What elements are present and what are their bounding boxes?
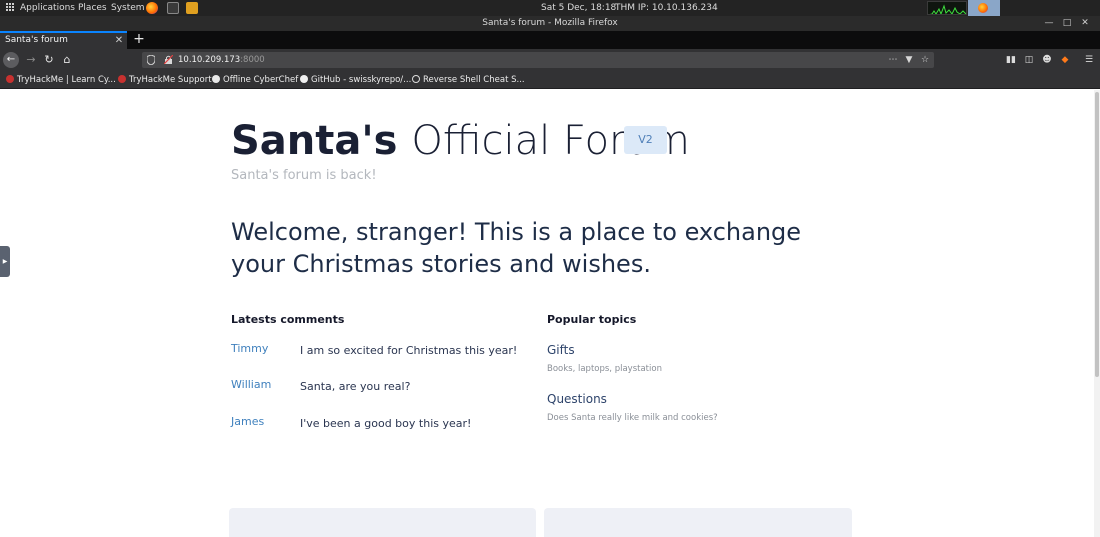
- terminal-launcher-icon[interactable]: [167, 2, 179, 14]
- tab-strip: Santa's forum ✕ +: [0, 31, 1100, 49]
- minimize-icon[interactable]: —: [1040, 16, 1058, 31]
- cyberchef-icon: [212, 75, 220, 83]
- extension-icon[interactable]: ◆: [1058, 52, 1072, 68]
- applications-grid-icon[interactable]: [6, 3, 15, 12]
- bookmark-label: TryHackMe | Learn Cy...: [17, 75, 116, 85]
- comment-author-link[interactable]: Timmy: [231, 341, 268, 356]
- site-subtitle: Santa's forum is back!: [231, 168, 377, 183]
- system-menu[interactable]: System: [111, 2, 145, 14]
- scrollbar-thumb[interactable]: [1095, 92, 1099, 377]
- github-icon: [300, 75, 308, 83]
- comment-text: I've been a good boy this year!: [300, 417, 472, 430]
- sidebar-handle-icon[interactable]: ▶: [0, 246, 10, 277]
- url-port: :8000: [240, 55, 265, 65]
- topic-description: Does Santa really like milk and cookies?: [547, 413, 718, 423]
- comment-text: Santa, are you real?: [300, 380, 411, 393]
- url-bar[interactable]: 10.10.209.173:8000 ⋯ ▼ ☆: [142, 52, 934, 68]
- bookmark-label: GitHub - swisskyrepo/...: [311, 75, 412, 85]
- bookmark-label: Reverse Shell Cheat S...: [423, 75, 525, 85]
- sidebar-icon[interactable]: ◫: [1022, 52, 1036, 68]
- hamburger-menu-icon[interactable]: ☰: [1082, 52, 1096, 68]
- topic-link-questions[interactable]: Questions: [547, 391, 607, 407]
- globe-icon: [412, 75, 420, 83]
- page-content: ▶ Santa's Official Forum V2 Santa's foru…: [0, 90, 1100, 537]
- page-scrollbar[interactable]: [1094, 90, 1100, 537]
- comment-author-link[interactable]: James: [231, 414, 264, 429]
- close-window-icon[interactable]: ✕: [1076, 16, 1094, 31]
- cpu-monitor-graph: [927, 1, 967, 15]
- reload-icon[interactable]: ↻: [41, 52, 57, 68]
- back-arrow-icon[interactable]: ←: [3, 52, 19, 68]
- system-panel: Applications Places System Sat 5 Dec, 18…: [0, 0, 1100, 16]
- account-icon[interactable]: ☻: [1040, 52, 1054, 68]
- taskbar-firefox-window[interactable]: [968, 0, 1000, 16]
- site-title: Santa's Official Forum: [231, 116, 690, 166]
- version-badge: V2: [624, 126, 667, 154]
- tryhackme-icon: [118, 75, 126, 83]
- insecure-connection-icon[interactable]: [164, 55, 173, 64]
- topic-description: Books, laptops, playstation: [547, 364, 662, 374]
- topic-link-gifts[interactable]: Gifts: [547, 342, 575, 358]
- firefox-launcher-icon[interactable]: [146, 2, 158, 14]
- popular-topics-heading: Popular topics: [547, 313, 637, 326]
- bookmark-tryhackme-support[interactable]: TryHackMe Support: [118, 71, 212, 89]
- places-menu[interactable]: Places: [78, 2, 107, 14]
- clock: Sat 5 Dec, 18:18: [541, 3, 617, 13]
- window-titlebar: Santa's forum - Mozilla Firefox — □ ✕: [0, 16, 1100, 31]
- bookmark-reverse-shell[interactable]: Reverse Shell Cheat S...: [412, 71, 525, 89]
- applications-menu[interactable]: Applications: [20, 2, 75, 14]
- maximize-icon[interactable]: □: [1058, 16, 1076, 31]
- pocket-icon[interactable]: ▼: [902, 52, 916, 68]
- new-tab-plus-icon[interactable]: +: [132, 31, 146, 49]
- firefox-icon: [978, 3, 988, 13]
- bookmarks-toolbar: TryHackMe | Learn Cy... TryHackMe Suppor…: [0, 71, 1100, 89]
- tracking-shield-icon[interactable]: [147, 55, 155, 65]
- tab-santas-forum[interactable]: Santa's forum ✕: [0, 31, 127, 49]
- tryhackme-icon: [6, 75, 14, 83]
- library-icon[interactable]: ▮▮: [1004, 52, 1018, 68]
- page-actions-icon[interactable]: ⋯: [886, 52, 900, 68]
- bookmark-github[interactable]: GitHub - swisskyrepo/...: [300, 71, 411, 89]
- comment-author-link[interactable]: William: [231, 377, 271, 392]
- bookmark-tryhackme[interactable]: TryHackMe | Learn Cy...: [6, 71, 116, 89]
- bookmark-star-icon[interactable]: ☆: [918, 52, 932, 68]
- site-title-bold: Santa's: [231, 118, 398, 164]
- content-card: [229, 508, 536, 537]
- tab-close-icon[interactable]: ✕: [113, 33, 125, 48]
- thm-ip-display: THM IP: 10.10.136.234: [615, 3, 718, 13]
- forward-arrow-icon[interactable]: →: [23, 52, 39, 68]
- comment-text: I am so excited for Christmas this year!: [300, 344, 518, 357]
- navigation-bar: ← → ↻ ⌂ 10.10.209.173:8000 ⋯ ▼ ☆ ▮▮ ◫ ☻ …: [0, 49, 1100, 71]
- content-card: [544, 508, 852, 537]
- window-title: Santa's forum - Mozilla Firefox: [482, 18, 618, 28]
- welcome-message: Welcome, stranger! This is a place to ex…: [231, 218, 802, 278]
- home-icon[interactable]: ⌂: [59, 52, 75, 68]
- url-host: 10.10.209.173: [178, 55, 241, 65]
- latest-comments-heading: Latests comments: [231, 313, 345, 326]
- url-text[interactable]: 10.10.209.173:8000: [178, 52, 265, 68]
- bookmark-label: TryHackMe Support: [129, 75, 212, 85]
- tab-label: Santa's forum: [5, 35, 68, 45]
- sublime-launcher-icon[interactable]: [186, 2, 198, 14]
- bookmark-cyberchef[interactable]: Offline CyberChef: [212, 71, 298, 89]
- bookmark-label: Offline CyberChef: [223, 75, 299, 85]
